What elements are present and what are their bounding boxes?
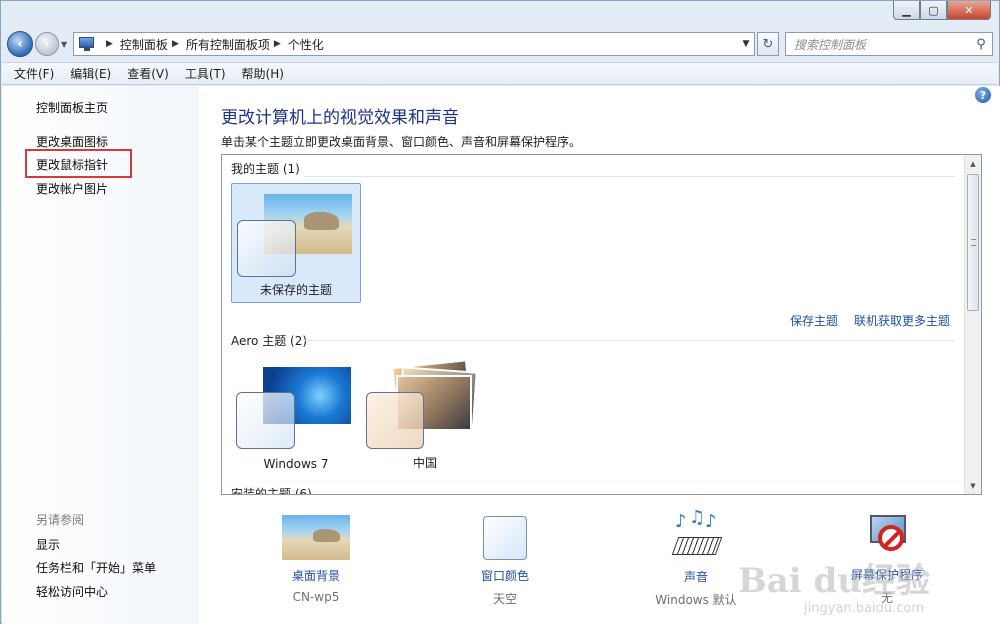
theme-list-scrollbar[interactable]: ▲ ▼ [964, 155, 981, 494]
theme-unsaved[interactable]: 未保存的主题 [231, 183, 361, 303]
theme-windows-7[interactable]: Windows 7 [231, 355, 361, 475]
window: ▁ ▢ ✕ ‹ › ▼ ▶ 控制面板 ▶ 所有控制面板项 ▶ 个性化 ▼ ↻ 搜… [0, 0, 1000, 624]
window-caption-buttons: ▁ ▢ ✕ [893, 1, 991, 20]
scroll-thumb[interactable] [967, 174, 979, 311]
theme-list[interactable]: 我的主题 (1) 未保存的主题 保存主题 联机获取更多主题 Aero 主题 (2… [221, 154, 982, 495]
menu-edit[interactable]: 编辑(E) [64, 65, 117, 82]
main-content: ? 更改计算机上的视觉效果和声音 单击某个主题立即更改桌面背景、窗口颜色、声音和… [199, 86, 1000, 624]
theme-window-color-swatch [237, 220, 296, 277]
watermark-url: jingyan.baidu.com [804, 601, 924, 616]
breadcrumb-control-panel[interactable]: 控制面板 [120, 36, 168, 53]
sounds-icon: ♪ ♫ ♪ [671, 507, 723, 561]
help-icon[interactable]: ? [975, 87, 991, 103]
theme-window-color-swatch [236, 392, 295, 449]
watermark-logo: Bai du经验 [737, 561, 930, 601]
minimize-button[interactable]: ▁ [893, 1, 920, 20]
group-title-my-themes: 我的主题 (1) [231, 162, 300, 176]
window-color-icon [483, 516, 527, 560]
theme-name: Windows 7 [263, 457, 329, 471]
menu-help[interactable]: 帮助(H) [236, 65, 290, 82]
theme-window-color-swatch [366, 392, 424, 449]
theme-name: 中国 [412, 456, 437, 470]
search-input[interactable]: 搜索控制面板 [794, 36, 970, 53]
group-title-installed-themes: 安装的主题 (6) [231, 487, 312, 495]
breadcrumb-separator-icon[interactable]: ▶ [106, 39, 113, 49]
scroll-up-arrow-icon[interactable]: ▲ [965, 155, 981, 172]
menu-bar: 文件(F) 编辑(E) 查看(V) 工具(T) 帮助(H) [2, 62, 998, 85]
maximize-button[interactable]: ▢ [920, 1, 947, 20]
back-button[interactable]: ‹ [7, 31, 33, 57]
search-icon[interactable]: ⚲ [970, 37, 992, 52]
group-divider [304, 176, 955, 177]
menu-tools[interactable]: 工具(T) [179, 65, 232, 82]
sidebar-display-link[interactable]: 显示 [36, 536, 60, 553]
forward-button[interactable]: › [35, 32, 59, 56]
theme-name: 未保存的主题 [259, 283, 332, 297]
sidebar-change-account-picture[interactable]: 更改帐户图片 [36, 180, 108, 197]
sidebar-change-desktop-icons[interactable]: 更改桌面图标 [36, 133, 108, 150]
breadcrumb-separator-icon[interactable]: ▶ [172, 39, 179, 49]
get-more-themes-link[interactable]: 联机获取更多主题 [854, 312, 950, 329]
window-color-tile[interactable]: 窗口颜色 天空 [440, 511, 570, 607]
sidebar-ease-of-access-link[interactable]: 轻松访问中心 [36, 583, 108, 600]
page-description: 单击某个主题立即更改桌面背景、窗口颜色、声音和屏幕保护程序。 [221, 135, 582, 149]
breadcrumb-separator-icon[interactable]: ▶ [274, 39, 281, 49]
sidebar: 控制面板主页 更改桌面图标 更改鼠标指针 更改帐户图片 另请参阅 显示 任务栏和… [2, 86, 199, 624]
group-title-aero-themes: Aero 主题 (2) [231, 334, 308, 348]
page-title: 更改计算机上的视觉效果和声音 [221, 108, 459, 128]
search-box[interactable]: 搜索控制面板 ⚲ [785, 32, 993, 56]
sidebar-taskbar-start-menu-link[interactable]: 任务栏和「开始」菜单 [36, 559, 156, 576]
menu-file[interactable]: 文件(F) [8, 65, 60, 82]
address-bar[interactable]: ▶ 控制面板 ▶ 所有控制面板项 ▶ 个性化 ▼ [73, 32, 755, 56]
breadcrumb-personalization[interactable]: 个性化 [288, 36, 324, 53]
tile-label[interactable]: 窗口颜色 [440, 567, 570, 584]
control-panel-icon [78, 36, 96, 52]
address-dropdown-icon[interactable]: ▼ [738, 39, 754, 49]
close-button[interactable]: ✕ [947, 1, 991, 20]
refresh-button[interactable]: ↻ [757, 32, 779, 56]
save-theme-link[interactable]: 保存主题 [790, 312, 838, 329]
desktop-background-tile[interactable]: 桌面背景 CN-wp5 [251, 511, 381, 604]
see-also-heading: 另请参阅 [36, 513, 85, 527]
navigation-bar: ‹ › ▼ ▶ 控制面板 ▶ 所有控制面板项 ▶ 个性化 ▼ ↻ 搜索控制面板 … [7, 29, 993, 59]
desktop-background-icon [282, 515, 350, 560]
recent-pages-dropdown[interactable]: ▼ [61, 40, 71, 49]
theme-china[interactable]: 中国 [360, 355, 490, 475]
group-divider [302, 340, 955, 341]
tile-label[interactable]: 桌面背景 [251, 567, 381, 584]
sidebar-home-link[interactable]: 控制面板主页 [36, 99, 108, 116]
breadcrumb-all-items[interactable]: 所有控制面板项 [186, 36, 270, 53]
tile-value: CN-wp5 [292, 590, 340, 604]
sidebar-change-mouse-pointer[interactable]: 更改鼠标指针 [36, 156, 108, 173]
tile-value: 天空 [492, 592, 517, 606]
scroll-down-arrow-icon[interactable]: ▼ [965, 477, 981, 494]
menu-view[interactable]: 查看(V) [121, 65, 175, 82]
